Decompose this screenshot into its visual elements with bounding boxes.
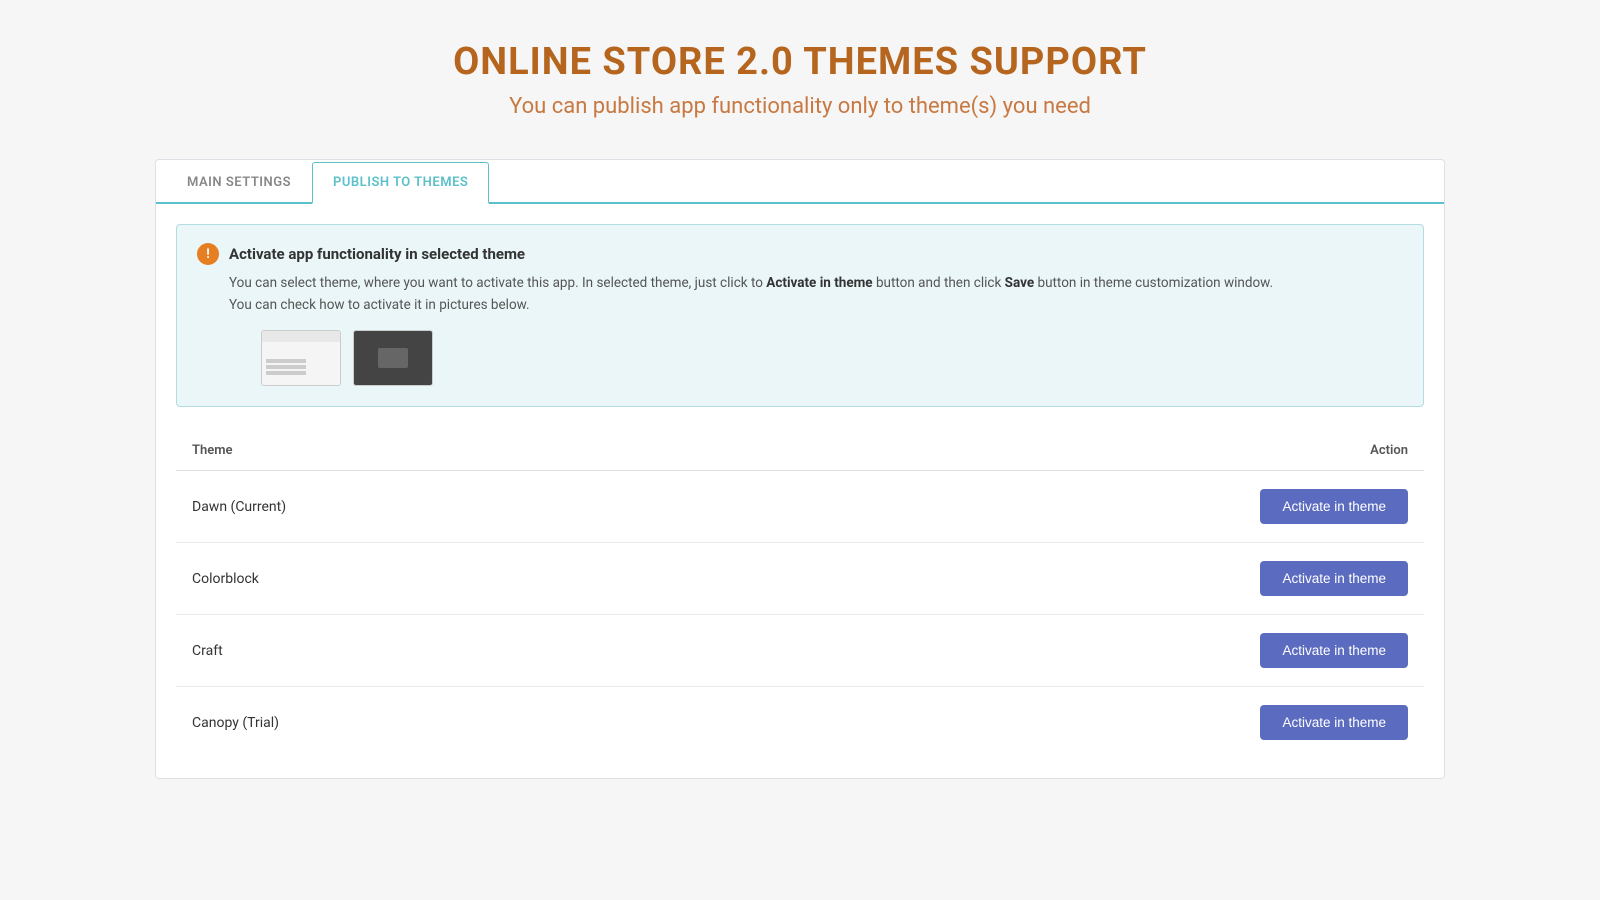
activate-theme-button[interactable]: Activate in theme: [1260, 705, 1408, 740]
info-box: ! Activate app functionality in selected…: [176, 224, 1424, 407]
table-row: Dawn (Current) Activate in theme: [176, 471, 1424, 543]
info-body-bold-1: Activate in theme: [766, 275, 872, 291]
activate-theme-button[interactable]: Activate in theme: [1260, 561, 1408, 596]
thumbnails: [261, 330, 1403, 386]
table-row: Colorblock Activate in theme: [176, 543, 1424, 615]
theme-name: Dawn (Current): [176, 471, 691, 543]
activate-theme-button[interactable]: Activate in theme: [1260, 489, 1408, 524]
page-subtitle: You can publish app functionality only t…: [453, 94, 1147, 119]
theme-name: Canopy (Trial): [176, 687, 691, 759]
info-box-header: ! Activate app functionality in selected…: [197, 243, 1403, 265]
info-box-title: Activate app functionality in selected t…: [229, 245, 525, 263]
col-theme-header: Theme: [176, 431, 691, 471]
tabs-bar: MAIN SETTINGS PUBLISH TO THEMES: [156, 160, 1444, 204]
theme-name: Craft: [176, 615, 691, 687]
theme-action-cell: Activate in theme: [691, 687, 1424, 759]
info-body-text-1: You can select theme, where you want to …: [229, 275, 766, 291]
page-header: ONLINE STORE 2.0 THEMES SUPPORT You can …: [453, 40, 1147, 119]
info-body-bold-2: Save: [1005, 275, 1034, 291]
info-body-text-2: You can check how to activate it in pict…: [229, 297, 530, 313]
tab-main-settings[interactable]: MAIN SETTINGS: [166, 162, 312, 204]
main-card: MAIN SETTINGS PUBLISH TO THEMES ! Activa…: [155, 159, 1445, 779]
activate-theme-button[interactable]: Activate in theme: [1260, 633, 1408, 668]
thumbnail-2: [353, 330, 433, 386]
theme-action-cell: Activate in theme: [691, 543, 1424, 615]
page-title: ONLINE STORE 2.0 THEMES SUPPORT: [453, 40, 1147, 84]
theme-action-cell: Activate in theme: [691, 471, 1424, 543]
info-icon: !: [197, 243, 219, 265]
tab-content-publish-to-themes: ! Activate app functionality in selected…: [156, 204, 1444, 778]
table-row: Canopy (Trial) Activate in theme: [176, 687, 1424, 759]
table-row: Craft Activate in theme: [176, 615, 1424, 687]
info-box-body: You can select theme, where you want to …: [229, 273, 1403, 386]
thumbnail-1-img: [262, 331, 340, 385]
thumbnail-1: [261, 330, 341, 386]
themes-table: Theme Action Dawn (Current) Activate in t…: [176, 431, 1424, 758]
theme-name: Colorblock: [176, 543, 691, 615]
col-action-header: Action: [691, 431, 1424, 471]
theme-action-cell: Activate in theme: [691, 615, 1424, 687]
info-body-suffix: button in theme customization window.: [1034, 275, 1273, 291]
thumbnail-2-img: [354, 331, 432, 385]
tab-publish-to-themes[interactable]: PUBLISH TO THEMES: [312, 162, 489, 204]
info-body-mid: button and then click: [873, 275, 1005, 291]
